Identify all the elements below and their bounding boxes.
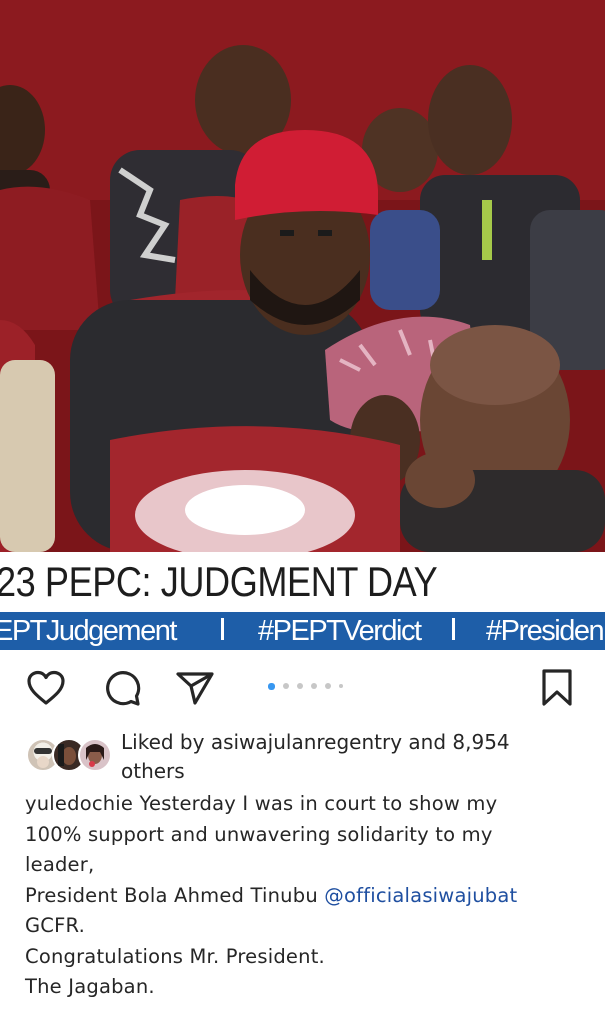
carousel-dot [311, 683, 317, 689]
carousel-dot [283, 683, 289, 689]
caption-line: The Jagaban. [25, 975, 155, 998]
avatar [78, 738, 112, 772]
likes-line: Liked by asiwajulanregentry and 8,954 [121, 730, 510, 754]
post-caption: yuledochie Yesterday I was in court to s… [25, 789, 585, 1003]
post-photo-illustration [0, 0, 605, 552]
ticker-separator [221, 618, 224, 640]
carousel-dot [297, 683, 303, 689]
mention-link[interactable]: @officialasiwajubat [324, 884, 517, 907]
liked-by-avatars[interactable] [26, 738, 112, 772]
post-actions-bar [0, 660, 605, 716]
news-ticker: EPTJudgement #PEPTVerdict #Presiden [0, 612, 605, 650]
caption-line: Congratulations Mr. President. [25, 944, 325, 968]
caption-text: President Bola Ahmed Tinubu [25, 883, 325, 907]
caption-line: GCFR. [25, 914, 85, 937]
caption-line: yuledochie Yesterday I was in court to s… [25, 792, 498, 815]
carousel-dot [325, 683, 331, 689]
ticker-item: #Presiden [486, 615, 605, 647]
likes-summary[interactable]: Liked by asiwajulanregentry and 8,954 ot… [121, 728, 581, 786]
ticker-item: #PEPTVerdict [258, 615, 422, 647]
bookmark-icon[interactable] [540, 668, 574, 708]
send-icon[interactable] [175, 670, 215, 706]
news-headline-text: 23 PEPC: JUDGMENT DAY [0, 558, 438, 605]
carousel-dot-active [268, 682, 275, 690]
likes-line: others [121, 759, 185, 783]
ticker-item: EPTJudgement [0, 615, 177, 647]
caption-line: leader, [25, 853, 95, 876]
ticker-separator [452, 618, 455, 640]
heart-icon[interactable] [26, 670, 66, 706]
caption-line: 100% support and unwavering solidarity t… [25, 822, 493, 846]
post-image[interactable] [0, 0, 605, 552]
caption-line: President Bola Ahmed Tinubu @officialasi… [25, 881, 585, 912]
comment-icon[interactable] [103, 668, 143, 708]
news-headline-banner: 23 PEPC: JUDGMENT DAY [0, 552, 605, 612]
carousel-dot [339, 684, 343, 688]
